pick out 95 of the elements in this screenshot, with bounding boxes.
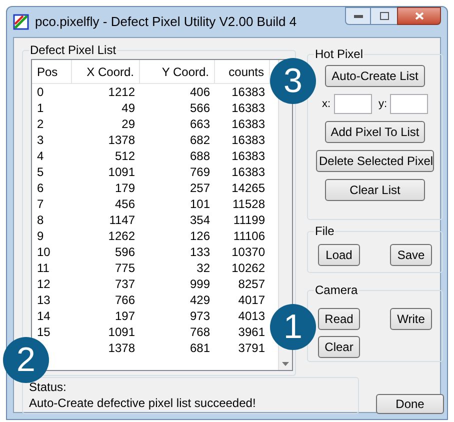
table-cell-text: 3961 bbox=[237, 324, 266, 340]
y-field[interactable] bbox=[390, 94, 428, 114]
table-cell-text: 1091 bbox=[107, 164, 136, 180]
table-cell-text: 11106 bbox=[232, 228, 266, 244]
table-cell-text: 682 bbox=[188, 132, 211, 148]
table-cell-text: 8257 bbox=[237, 276, 266, 292]
button[interactable]: Clear bbox=[318, 336, 360, 358]
table-cell-text: 8 bbox=[36, 212, 45, 228]
table-cell-text: 775 bbox=[114, 260, 136, 276]
table-cell-text: 14 bbox=[36, 308, 52, 324]
table-cell-text: 768 bbox=[188, 324, 211, 340]
table-cell-text: 1091 bbox=[107, 324, 136, 340]
table-cell-text: 12 bbox=[36, 276, 52, 292]
close-icon bbox=[414, 12, 424, 20]
table-cell-text: 14265 bbox=[230, 180, 266, 196]
table-cell-text: 6 bbox=[36, 180, 45, 196]
button[interactable]: Add Pixel To List bbox=[325, 121, 425, 143]
maximize-button[interactable] bbox=[371, 7, 397, 25]
close-button[interactable] bbox=[397, 7, 441, 25]
table-cell-text: 10262 bbox=[230, 260, 266, 276]
table-cell-text: 3 bbox=[36, 132, 45, 148]
table-cell-text: 456 bbox=[114, 196, 136, 212]
table-cell-text: 1212 bbox=[107, 84, 136, 100]
table-cell-text: 973 bbox=[188, 308, 211, 324]
table-cell-text: 429 bbox=[188, 292, 211, 308]
table-cell-text: 663 bbox=[188, 116, 211, 132]
table-cell-text: 737 bbox=[114, 276, 136, 292]
table-cell-text: 512 bbox=[114, 148, 136, 164]
table-cell-text: 16383 bbox=[230, 84, 266, 100]
button[interactable]: Write bbox=[390, 308, 432, 330]
minimize-button[interactable] bbox=[345, 7, 371, 25]
column-header[interactable]: Pos bbox=[32, 60, 72, 83]
table-cell-text: 999 bbox=[188, 276, 211, 292]
table-cell-text: 126 bbox=[188, 228, 211, 244]
table-cell-text: 16383 bbox=[230, 132, 266, 148]
table-cell-text: 11528 bbox=[232, 196, 266, 212]
table-cell-text: 596 bbox=[114, 244, 136, 260]
table-cell-text: 3791 bbox=[237, 340, 266, 356]
table-cell-text: 179 bbox=[114, 180, 136, 196]
table-cell-text: 13 bbox=[36, 292, 52, 308]
table-cell-text: 769 bbox=[188, 164, 211, 180]
table-cell-text: 1 bbox=[36, 100, 45, 116]
table-cell-text: 11199 bbox=[232, 212, 266, 228]
table-cell-text: 16383 bbox=[230, 100, 266, 116]
table-cell-text: 9 bbox=[36, 228, 45, 244]
table-cell-text: 4013 bbox=[237, 308, 266, 324]
button[interactable]: Auto-Create List bbox=[325, 65, 425, 87]
app-icon bbox=[13, 14, 29, 30]
column-header[interactable]: Y Coord. bbox=[140, 60, 215, 83]
status-message: Auto-Create defective pixel list succeeded! bbox=[29, 395, 257, 411]
table-cell-text: 688 bbox=[188, 148, 211, 164]
table-cell-text: 2 bbox=[36, 116, 45, 132]
table-cell-text: 257 bbox=[188, 180, 211, 196]
done-button[interactable]: Done bbox=[376, 394, 444, 414]
table-cell-text: 197 bbox=[114, 308, 136, 324]
table-cell-text: 29 bbox=[120, 116, 136, 132]
table-cell-text: 681 bbox=[188, 340, 211, 356]
table-cell-text: 354 bbox=[188, 212, 211, 228]
y-label: y: bbox=[378, 96, 388, 112]
table-cell-text: 1147 bbox=[108, 212, 136, 228]
table-cell-text: 7 bbox=[36, 196, 45, 212]
table-cell-text: 133 bbox=[188, 244, 211, 260]
table-cell-text: 10 bbox=[36, 244, 52, 260]
status-label: Status: bbox=[29, 380, 68, 395]
table-cell-text: 0 bbox=[36, 84, 45, 100]
button[interactable]: Read bbox=[318, 308, 360, 330]
minimize-icon bbox=[354, 14, 362, 18]
table-cell-text: 16383 bbox=[230, 116, 266, 132]
table-cell-text: 11 bbox=[36, 260, 50, 276]
button[interactable]: Load bbox=[318, 244, 360, 266]
table-cell-text: 49 bbox=[120, 100, 136, 116]
table-cell-text: 5 bbox=[36, 164, 45, 180]
table-cell-text: 566 bbox=[188, 100, 211, 116]
table-cell-text: 1378 bbox=[107, 340, 136, 356]
table-cell-text: 16383 bbox=[230, 164, 266, 180]
x-label: x: bbox=[322, 96, 330, 112]
table-cell-text: 32 bbox=[196, 260, 211, 276]
table-cell-text: 766 bbox=[114, 292, 136, 308]
table-cell-text: 4 bbox=[36, 148, 45, 164]
table-cell-text: 406 bbox=[188, 84, 211, 100]
maximize-icon bbox=[380, 12, 388, 20]
table-cell-text: 16383 bbox=[230, 148, 266, 164]
button[interactable]: Delete Selected Pixel bbox=[316, 150, 434, 172]
table-cell-text: 10370 bbox=[230, 244, 266, 260]
table-cell-text: 101 bbox=[188, 196, 211, 212]
x-field[interactable] bbox=[334, 94, 372, 114]
button[interactable]: Clear List bbox=[325, 179, 425, 201]
table-cell-text: 4017 bbox=[237, 292, 266, 308]
window-title: pco.pixelfly - Defect Pixel Utility V2.00 Build 4 bbox=[35, 13, 298, 32]
button[interactable]: Save bbox=[390, 244, 432, 266]
scroll-down-icon[interactable] bbox=[282, 362, 289, 366]
table-cell-text: 1378 bbox=[107, 132, 136, 148]
column-header[interactable]: X Coord. bbox=[72, 60, 140, 83]
table-cell-text: 15 bbox=[36, 324, 52, 340]
table-cell-text: 1262 bbox=[107, 228, 136, 244]
